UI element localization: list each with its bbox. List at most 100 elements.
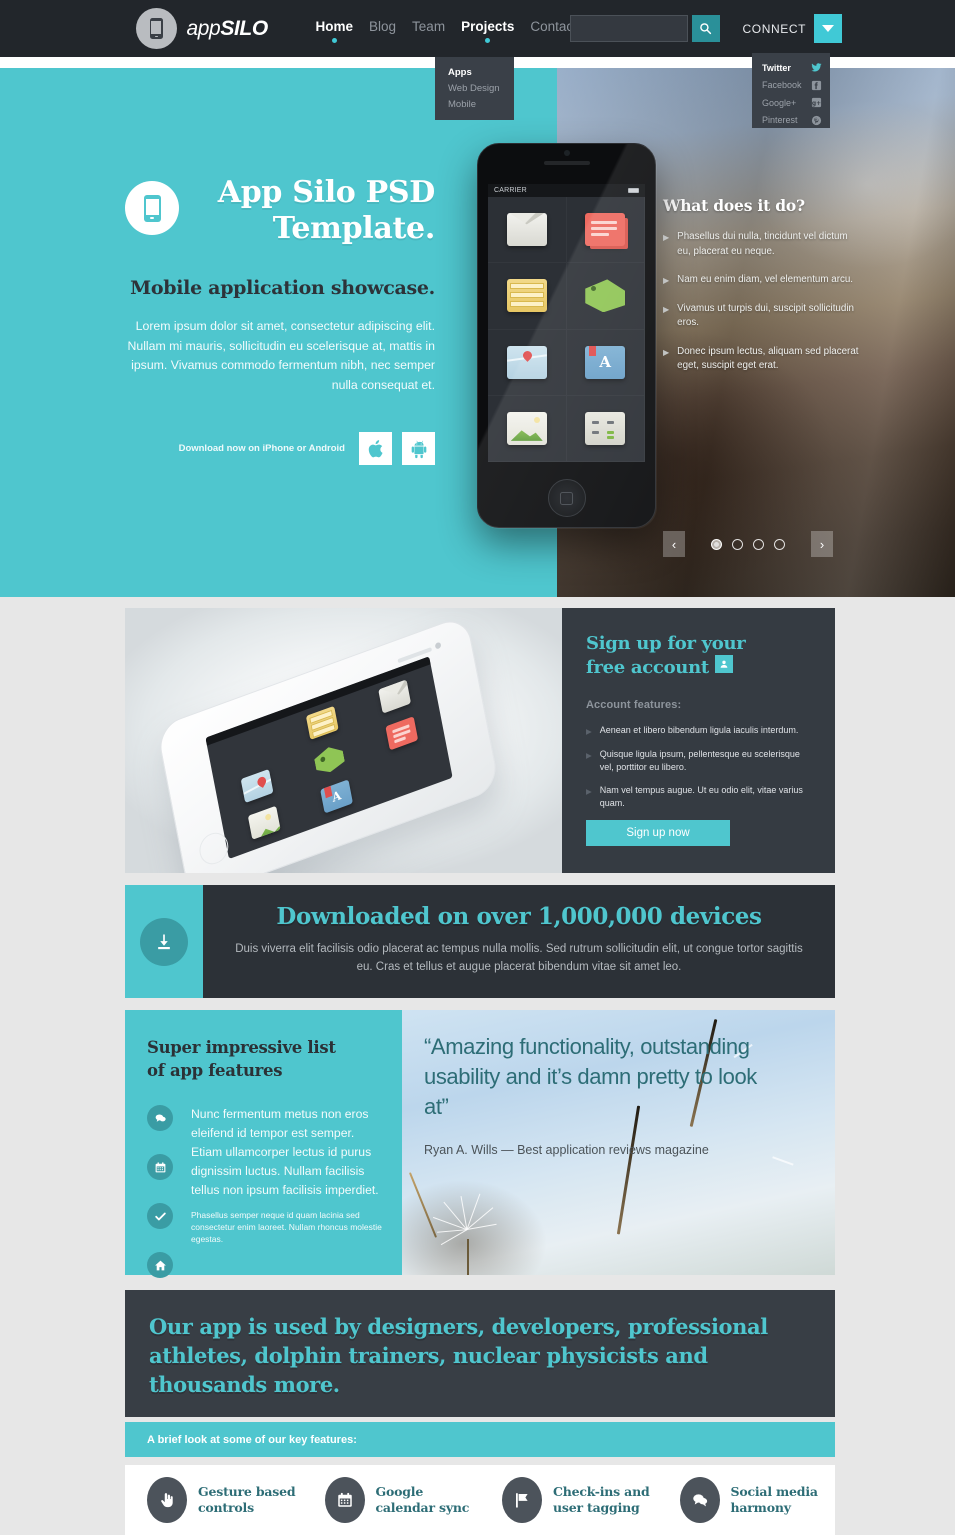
bottom-feature-label: Social media harmony — [730, 1483, 818, 1516]
bottom-feature-social[interactable]: Social media harmony — [658, 1465, 836, 1535]
social-item-pinterest[interactable]: Pinterest — [762, 112, 822, 130]
logo[interactable]: appSILO — [135, 8, 268, 49]
carousel-dot-3[interactable] — [753, 538, 764, 550]
carousel-dot-2[interactable] — [732, 538, 743, 550]
signup-title-line1: Sign up for your — [586, 633, 746, 654]
list-item: ▶ Phasellus dui nulla, tincidunt vel dict… — [663, 230, 863, 259]
calculator-icon — [585, 411, 626, 445]
android-icon — [411, 440, 426, 458]
connect-label: CONNECT — [742, 21, 807, 36]
bullet-icon: ▶ — [586, 787, 592, 796]
bullet-icon: ▶ — [663, 276, 670, 285]
connect-control[interactable]: CONNECT — [743, 14, 843, 43]
map-icon — [506, 345, 547, 379]
bottom-feature-gesture[interactable]: Gesture based controls — [125, 1465, 303, 1535]
social-item-twitter[interactable]: Twitter — [762, 59, 822, 77]
carousel-prev-button[interactable]: ‹ — [663, 531, 685, 557]
features-paragraph-large: Nunc fermentum metus non eros eleifend i… — [191, 1107, 379, 1197]
carousel-dot-1[interactable] — [711, 538, 722, 550]
dropdown-item-mobile[interactable]: Mobile — [448, 97, 514, 113]
floating-seed — [772, 1156, 794, 1166]
tag-icon — [585, 279, 626, 313]
signup-now-button[interactable]: Sign up now — [586, 820, 730, 846]
search-input[interactable] — [570, 16, 687, 41]
app-cell[interactable] — [488, 263, 567, 329]
nav-item-team[interactable]: Team — [412, 19, 445, 46]
nav-item-home[interactable]: Home — [316, 19, 353, 46]
features-icon-column — [147, 1105, 181, 1301]
android-download-button[interactable] — [402, 432, 435, 465]
download-icon — [158, 934, 170, 949]
hero-subtitle: Mobile application showcase. — [130, 277, 435, 299]
app-cell[interactable] — [567, 396, 646, 462]
app-cell[interactable] — [488, 330, 567, 396]
phone-camera — [563, 150, 570, 156]
download-band: Downloaded on over 1,000,000 devices Dui… — [125, 885, 835, 998]
dropdown-item-web-design[interactable]: Web Design — [448, 81, 514, 97]
hero-right-content: What does it do? ▶ Phasellus dui nulla, t… — [663, 196, 863, 388]
signup-title: Sign up for your free account — [586, 632, 811, 679]
features-title-line1: Super impressive list — [147, 1038, 336, 1057]
features-text: Nunc fermentum metus non eros eleifend i… — [191, 1105, 382, 1245]
home-icon — [147, 1252, 173, 1278]
mail-icon — [506, 213, 547, 247]
svg-text:g+: g+ — [812, 100, 821, 107]
dropdown-item-apps[interactable]: Apps — [448, 65, 514, 81]
social-item-googleplus[interactable]: Google+ g+ — [762, 94, 822, 112]
features-title-line2: of app features — [147, 1061, 283, 1080]
nav-item-blog[interactable]: Blog — [369, 19, 396, 46]
hero-badge — [125, 181, 179, 235]
flag-icon — [502, 1477, 542, 1523]
apple-download-button[interactable] — [359, 432, 392, 465]
hero-section: App Silo PSD Template. Mobile applicatio… — [0, 68, 955, 597]
signup-title-line2: free account — [586, 657, 709, 678]
carrier-label: CARRIER — [494, 187, 527, 194]
social-item-facebook[interactable]: Facebook — [762, 77, 822, 95]
phone-speaker — [543, 161, 590, 165]
white-phone-photo: A — [125, 608, 562, 873]
books-icon — [305, 706, 339, 741]
signup-features-label: Account features: — [586, 699, 682, 711]
app-cell[interactable] — [488, 197, 567, 263]
phone-home-button[interactable] — [547, 479, 586, 517]
connect-toggle-button[interactable] — [814, 14, 843, 43]
check-icon — [147, 1203, 173, 1229]
hero-right-item-text: Nam eu enim diam, vel elementum arcu. — [677, 274, 854, 285]
phone-icon — [143, 194, 161, 222]
list-item: ▶ Aenean et libero bibendum ligula iaculi… — [586, 724, 811, 737]
social-label-googleplus: Google+ — [762, 97, 797, 108]
carousel-dot-4[interactable] — [774, 538, 785, 550]
testimonial-author: Ryan A. Wills — Best application reviews… — [424, 1143, 709, 1157]
download-band-heading: Downloaded on over 1,000,000 devices — [276, 903, 762, 930]
chat-icon — [147, 1105, 173, 1131]
main-nav: Home Blog Team Projects Contact — [316, 19, 577, 46]
bottom-feature-calendar[interactable]: Google calendar sync — [303, 1465, 481, 1535]
bottom-feature-label: Google calendar sync — [375, 1483, 470, 1516]
app-cell[interactable] — [488, 396, 567, 462]
tag-icon — [313, 743, 346, 777]
search-button[interactable] — [691, 15, 720, 42]
mail-icon — [377, 679, 411, 715]
hero-download-text: Download now on iPhone or Android — [178, 443, 345, 454]
app-cell[interactable] — [567, 263, 646, 329]
brief-text: A brief look at some of our key features… — [147, 1433, 357, 1446]
search-icon — [700, 23, 712, 35]
dictionary-icon: A — [585, 345, 626, 379]
signup-feature-text: Nam vel tempus augue. Ut eu odio elit, v… — [599, 785, 803, 808]
bottom-feature-checkins[interactable]: Check-ins and user tagging — [480, 1465, 658, 1535]
chevron-down-icon — [822, 25, 835, 32]
nav-item-projects[interactable]: Projects — [461, 19, 514, 46]
features-title: Super impressive list of app features — [147, 1036, 382, 1082]
search-input-wrap[interactable] — [569, 15, 688, 42]
bottom-feature-label: Gesture based controls — [198, 1483, 296, 1516]
carousel-next-button[interactable]: › — [811, 531, 833, 557]
app-cell[interactable]: A — [567, 330, 646, 396]
facebook-icon — [811, 80, 822, 91]
features-body: Nunc fermentum metus non eros eleifend i… — [147, 1105, 382, 1278]
logo-text-light: app — [186, 16, 221, 40]
list-item: ▶ Donec ipsum lectus, aliquam sed placera… — [663, 345, 863, 374]
signup-features-list: ▶ Aenean et libero bibendum ligula iaculi… — [586, 724, 811, 809]
app-cell[interactable] — [567, 197, 646, 263]
social-label-pinterest: Pinterest — [762, 115, 798, 126]
list-item: ▶ Nam vel tempus augue. Ut eu odio elit, … — [586, 784, 811, 809]
